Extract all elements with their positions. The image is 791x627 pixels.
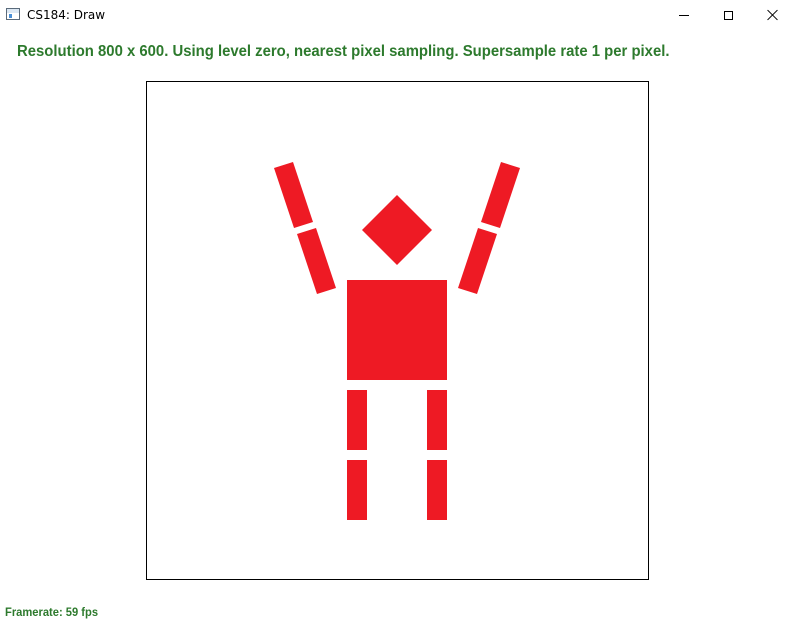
window-title: CS184: Draw (27, 8, 106, 22)
close-icon (767, 9, 779, 21)
figure-left-arm-lower (297, 228, 336, 294)
maximize-icon (723, 10, 733, 20)
minimize-icon (679, 14, 689, 16)
app-window-icon (6, 8, 20, 20)
drawing-canvas[interactable] (146, 81, 649, 580)
framerate-text: Framerate: 59 fps (5, 605, 99, 619)
canvas-drawing (274, 162, 520, 520)
minimize-button[interactable] (661, 0, 707, 30)
status-text: Resolution 800 x 600. Using level zero, … (17, 43, 670, 60)
figure-head (362, 195, 432, 265)
title-bar[interactable]: CS184: Draw (0, 0, 791, 30)
figure-left-leg-lower (347, 460, 367, 520)
maximize-button[interactable] (705, 0, 751, 30)
figure-right-leg-lower (427, 460, 447, 520)
figure-right-arm-lower (458, 228, 497, 294)
figure-torso (347, 280, 447, 380)
close-button[interactable] (750, 0, 791, 30)
figure-left-arm-upper (274, 162, 313, 228)
figure-right-arm-upper (481, 162, 520, 228)
figure-left-leg-upper (347, 390, 367, 450)
app-window: CS184: Draw Resolution 800 x 600. Using … (0, 0, 791, 627)
figure-right-leg-upper (427, 390, 447, 450)
